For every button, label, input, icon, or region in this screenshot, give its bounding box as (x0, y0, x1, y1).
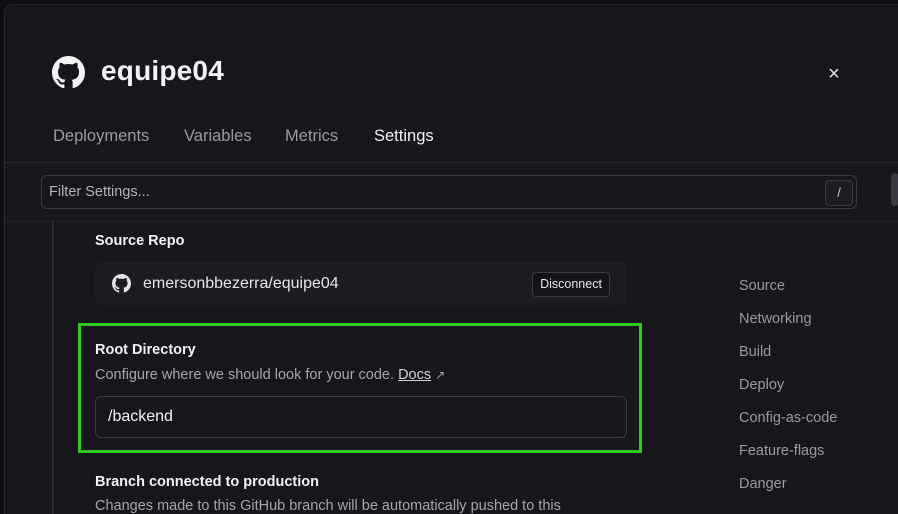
side-nav-item-feature-flags[interactable]: Feature-flags (739, 443, 824, 459)
root-directory-input[interactable] (108, 397, 608, 437)
tab-metrics[interactable]: Metrics (285, 127, 338, 161)
tab-variables[interactable]: Variables (184, 127, 252, 161)
tab-settings[interactable]: Settings (374, 127, 434, 163)
section-guide-line (52, 222, 54, 514)
disconnect-button[interactable]: Disconnect (532, 272, 610, 297)
side-nav-item-danger[interactable]: Danger (739, 476, 787, 492)
side-nav-item-source[interactable]: Source (739, 278, 785, 294)
close-button[interactable]: × (823, 63, 845, 85)
root-directory-field (95, 396, 627, 438)
page-title: equipe04 (101, 55, 224, 86)
branch-title: Branch connected to production (95, 474, 319, 490)
docs-link[interactable]: Docs (398, 367, 431, 383)
source-repo-card: emersonbbezerra/equipe04 Disconnect (95, 262, 627, 305)
filter-bar: / (5, 163, 898, 222)
filter-settings-input[interactable] (49, 176, 809, 208)
root-directory-title: Root Directory (95, 342, 196, 358)
tab-deployments[interactable]: Deployments (53, 127, 149, 161)
branch-description: Changes made to this GitHub branch will … (95, 498, 561, 514)
side-nav-item-config-as-code[interactable]: Config-as-code (739, 410, 837, 426)
side-nav-item-deploy[interactable]: Deploy (739, 377, 784, 393)
github-icon (112, 274, 131, 293)
keyboard-shortcut-badge: / (825, 180, 853, 206)
side-nav-item-networking[interactable]: Networking (739, 311, 812, 327)
scrollbar-thumb[interactable] (891, 173, 898, 206)
external-link-icon: ↗ (435, 368, 446, 382)
root-directory-description: Configure where we should look for your … (95, 367, 445, 383)
service-settings-panel: equipe04 × Deployments Variables Metrics… (4, 4, 898, 514)
panel-header: equipe04 × Deployments Variables Metrics… (5, 5, 898, 163)
close-icon: × (828, 63, 840, 85)
github-icon (52, 56, 85, 89)
filter-settings-field: / (41, 175, 857, 209)
source-repo-title: Source Repo (95, 233, 185, 249)
side-nav-item-build[interactable]: Build (739, 344, 771, 360)
root-directory-description-text: Configure where we should look for your … (95, 367, 395, 383)
repo-name: emersonbbezerra/equipe04 (143, 275, 339, 292)
